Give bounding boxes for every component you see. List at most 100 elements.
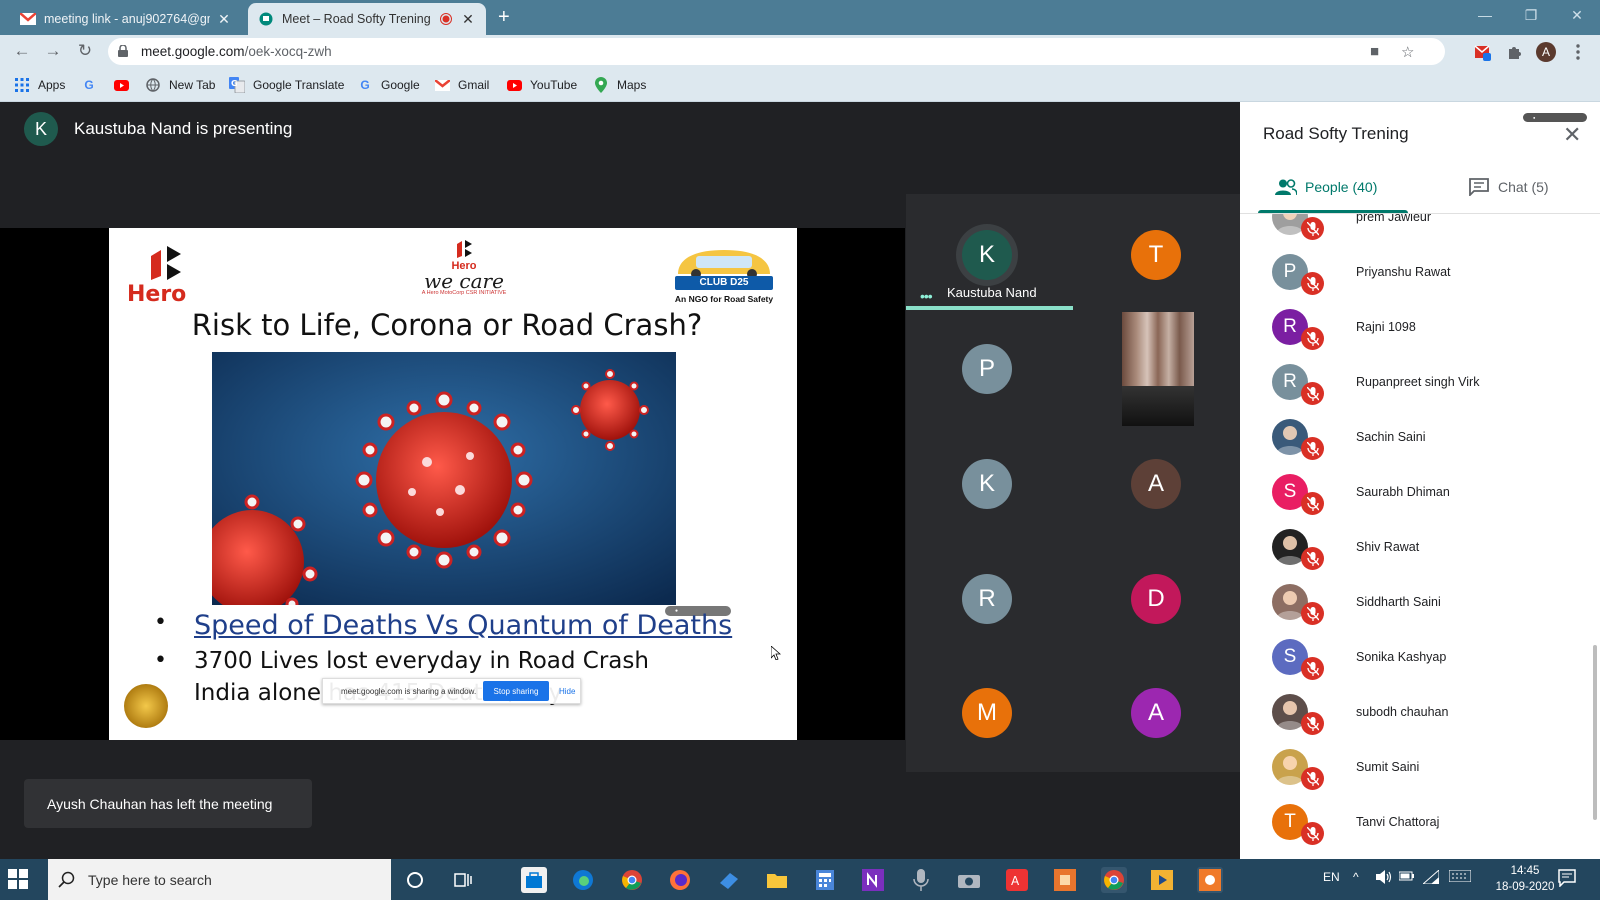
tab-people[interactable]: People (40) bbox=[1275, 178, 1377, 196]
taskbar-search-box[interactable]: Type here to search bbox=[48, 859, 391, 900]
participant-video-thumbnail[interactable] bbox=[1122, 312, 1194, 426]
participant-tile-avatar[interactable]: K bbox=[962, 230, 1012, 280]
bookmark-youtube-1[interactable] bbox=[113, 77, 137, 93]
profile-avatar[interactable]: A bbox=[1536, 42, 1556, 62]
chrome-icon[interactable] bbox=[619, 867, 645, 893]
participant-row[interactable]: subodh chauhan bbox=[1240, 685, 1590, 741]
tab-chat-label: Chat (5) bbox=[1498, 179, 1549, 195]
chrome-profile-icon[interactable] bbox=[1101, 867, 1127, 893]
cortana-icon[interactable] bbox=[402, 867, 428, 893]
new-tab-button[interactable]: + bbox=[498, 6, 510, 29]
participant-tile-avatar[interactable]: R bbox=[962, 574, 1012, 624]
edge-icon[interactable] bbox=[570, 867, 596, 893]
onenote-icon[interactable] bbox=[860, 867, 886, 893]
participant-name: Siddharth Saini bbox=[1356, 595, 1441, 609]
browser-toolbar: ← → ↻ meet.google.com/oek-xocq-zwh ■ ☆ bbox=[0, 35, 1600, 68]
language-indicator[interactable]: EN bbox=[1323, 870, 1340, 884]
participant-tile-avatar[interactable]: M bbox=[962, 688, 1012, 738]
wifi-icon[interactable] bbox=[1421, 868, 1440, 887]
app-icon[interactable] bbox=[1197, 867, 1223, 893]
reload-icon[interactable]: ↻ bbox=[75, 41, 95, 61]
volume-icon[interactable] bbox=[1376, 870, 1392, 887]
participant-name: Priyanshu Rawat bbox=[1356, 265, 1451, 279]
file-explorer-icon[interactable] bbox=[764, 867, 790, 893]
bookmark-new-tab[interactable]: New Tab bbox=[145, 77, 215, 93]
windows-start-icon[interactable] bbox=[8, 869, 28, 889]
participant-row[interactable]: Sachin Saini bbox=[1240, 410, 1590, 466]
battery-icon[interactable] bbox=[1398, 870, 1415, 884]
back-icon[interactable]: ← bbox=[12, 41, 32, 61]
address-bar[interactable]: meet.google.com/oek-xocq-zwh ■ ☆ bbox=[108, 38, 1445, 65]
bookmark-google-translate[interactable]: G Google Translate bbox=[229, 77, 344, 93]
acrobat-icon[interactable]: A bbox=[1004, 867, 1030, 893]
participant-row[interactable]: R Rupanpreet singh Virk bbox=[1240, 355, 1590, 411]
minimize-icon[interactable]: — bbox=[1462, 0, 1508, 30]
tab-gmail[interactable]: meeting link - anuj902764@gmail ✕ bbox=[10, 3, 242, 35]
close-tab-icon[interactable]: ✕ bbox=[460, 11, 476, 27]
taskbar-clock[interactable]: 14:45 18-09-2020 bbox=[1490, 863, 1560, 895]
participant-row[interactable]: Shiv Rawat bbox=[1240, 520, 1590, 576]
show-hidden-icons-icon[interactable]: ^ bbox=[1353, 870, 1359, 884]
bullet-text[interactable]: Speed of Deaths Vs Quantum of Deaths bbox=[194, 610, 732, 641]
bullet-dot: • bbox=[154, 610, 167, 635]
app-icon[interactable] bbox=[716, 867, 742, 893]
calculator-icon[interactable] bbox=[812, 867, 838, 893]
participant-row[interactable]: T Tanvi Chattoraj bbox=[1240, 795, 1590, 851]
close-window-icon[interactable]: ✕ bbox=[1554, 0, 1600, 30]
participant-tile-avatar[interactable]: D bbox=[1131, 574, 1181, 624]
mouse-cursor-icon bbox=[771, 646, 781, 660]
tab-chat[interactable]: Chat (5) bbox=[1468, 178, 1549, 196]
bookmark-youtube[interactable]: YouTube bbox=[506, 77, 577, 93]
bookmark-google[interactable]: G Google bbox=[357, 77, 420, 93]
bookmark-star-icon[interactable]: ☆ bbox=[1401, 43, 1414, 61]
notifications-icon[interactable] bbox=[1558, 869, 1576, 890]
bookmark-maps[interactable]: Maps bbox=[593, 77, 646, 93]
participant-row[interactable]: Siddharth Saini bbox=[1240, 575, 1590, 631]
media-player-icon[interactable] bbox=[1149, 867, 1175, 893]
voice-recorder-icon[interactable] bbox=[908, 867, 934, 893]
firefox-icon[interactable] bbox=[667, 867, 693, 893]
award-badge bbox=[124, 684, 168, 728]
close-panel-icon[interactable]: ✕ bbox=[1563, 122, 1581, 148]
participant-list-scrollbar[interactable] bbox=[1593, 645, 1597, 820]
tab-title: Meet – Road Softy Trening bbox=[282, 12, 431, 26]
participant-row[interactable]: P Priyanshu Rawat bbox=[1240, 245, 1590, 301]
coronavirus-image bbox=[200, 352, 676, 614]
app-icon[interactable] bbox=[1052, 867, 1078, 893]
more-menu-icon[interactable] bbox=[1568, 42, 1588, 62]
bookmark-label: Gmail bbox=[458, 78, 490, 92]
participant-tile-avatar[interactable]: A bbox=[1131, 688, 1181, 738]
tab-meet[interactable]: Meet – Road Softy Trening ✕ bbox=[248, 3, 486, 35]
we-care-logo: Hero we care A Hero MotoCorp CSR INITIAT… bbox=[419, 240, 509, 306]
bookmark-apps[interactable]: Apps bbox=[14, 77, 65, 93]
bookmark-gmail[interactable]: Gmail bbox=[434, 77, 489, 93]
keyboard-icon[interactable] bbox=[1448, 869, 1472, 885]
camera-app-icon[interactable] bbox=[956, 867, 982, 893]
close-tab-icon[interactable]: ✕ bbox=[216, 11, 232, 27]
participant-row[interactable]: R Rajni 1098 bbox=[1240, 300, 1590, 356]
participant-row[interactable]: Sumit Saini bbox=[1240, 740, 1590, 796]
mic-off-icon bbox=[1301, 657, 1324, 680]
puzzle-icon[interactable] bbox=[1504, 42, 1524, 62]
task-view-icon[interactable] bbox=[450, 867, 476, 893]
bookmark-google-1[interactable]: G bbox=[81, 77, 105, 93]
participant-row[interactable]: S Sonika Kashyap bbox=[1240, 630, 1590, 686]
restore-icon[interactable]: ❐ bbox=[1508, 0, 1554, 30]
participant-row[interactable]: prem Jawleur bbox=[1240, 214, 1590, 246]
participant-tile-avatar[interactable]: P bbox=[962, 344, 1012, 394]
participant-tile-avatar[interactable]: K bbox=[962, 459, 1012, 509]
participant-tile-avatar[interactable]: T bbox=[1131, 230, 1181, 280]
bookmark-label: YouTube bbox=[530, 78, 578, 92]
forward-icon[interactable]: → bbox=[43, 41, 63, 61]
stop-sharing-button[interactable]: Stop sharing bbox=[483, 681, 549, 701]
extension-icon[interactable] bbox=[1472, 42, 1492, 62]
hide-share-bar-button[interactable]: Hide bbox=[559, 687, 575, 696]
apps-grid-icon bbox=[14, 77, 30, 93]
bookmark-label: Google bbox=[381, 78, 420, 92]
meeting-title: Road Softy Trening bbox=[1263, 124, 1409, 143]
participant-name: Rajni 1098 bbox=[1356, 320, 1416, 334]
camera-icon[interactable]: ■ bbox=[1370, 43, 1379, 60]
store-icon[interactable] bbox=[521, 867, 547, 893]
participant-row[interactable]: S Saurabh Dhiman bbox=[1240, 465, 1590, 521]
participant-tile-avatar[interactable]: A bbox=[1131, 459, 1181, 509]
